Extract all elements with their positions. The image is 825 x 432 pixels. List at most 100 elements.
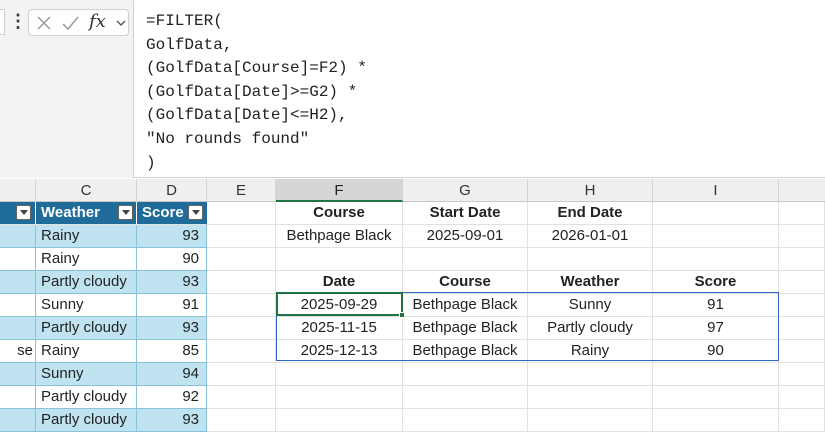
- cell-i11[interactable]: [653, 409, 779, 432]
- results-header-score[interactable]: Score: [653, 271, 779, 294]
- filter-dropdown-icon[interactable]: [16, 205, 31, 220]
- score-cell[interactable]: 91: [137, 294, 207, 317]
- table-cell[interactable]: [0, 271, 36, 294]
- column-header-f[interactable]: F: [276, 179, 403, 202]
- result-weather-cell[interactable]: Sunny: [528, 294, 653, 317]
- table-cell[interactable]: [0, 294, 36, 317]
- cell-i4[interactable]: [653, 248, 779, 271]
- cell-j7[interactable]: [779, 317, 825, 340]
- cell-e4[interactable]: [207, 248, 276, 271]
- table-cell[interactable]: [0, 317, 36, 340]
- score-cell[interactable]: 93: [137, 317, 207, 340]
- column-header-b[interactable]: [0, 179, 36, 202]
- column-header-c[interactable]: C: [36, 179, 137, 202]
- cell-g11[interactable]: [403, 409, 528, 432]
- cell-g10[interactable]: [403, 386, 528, 409]
- table-cell[interactable]: [0, 409, 36, 432]
- cell-j5[interactable]: [779, 271, 825, 294]
- weather-cell[interactable]: Partly cloudy: [36, 271, 137, 294]
- weather-cell[interactable]: Rainy: [36, 248, 137, 271]
- weather-cell[interactable]: Rainy: [36, 225, 137, 248]
- result-date-cell[interactable]: 2025-09-29: [276, 294, 403, 317]
- table-header-score[interactable]: Score: [137, 202, 207, 225]
- filter-dropdown-icon[interactable]: [118, 205, 133, 220]
- weather-cell[interactable]: Partly cloudy: [36, 409, 137, 432]
- fill-handle[interactable]: [399, 312, 405, 318]
- cell-i3[interactable]: [653, 225, 779, 248]
- column-header-h[interactable]: H: [528, 179, 653, 202]
- cell-j3[interactable]: [779, 225, 825, 248]
- results-header-weather[interactable]: Weather: [528, 271, 653, 294]
- weather-cell[interactable]: Partly cloudy: [36, 386, 137, 409]
- cell-f10[interactable]: [276, 386, 403, 409]
- criteria-header-start-date[interactable]: Start Date: [403, 202, 528, 225]
- cell-e9[interactable]: [207, 363, 276, 386]
- result-course-cell[interactable]: Bethpage Black: [403, 340, 528, 363]
- cell-f4[interactable]: [276, 248, 403, 271]
- result-score-cell[interactable]: 90: [653, 340, 779, 363]
- cell-j11[interactable]: [779, 409, 825, 432]
- weather-cell[interactable]: Partly cloudy: [36, 317, 137, 340]
- result-course-cell[interactable]: Bethpage Black: [403, 294, 528, 317]
- more-vertical-icon[interactable]: ⋮: [9, 10, 27, 34]
- result-date-cell[interactable]: 2025-11-15: [276, 317, 403, 340]
- criteria-course-value[interactable]: Bethpage Black: [276, 225, 403, 248]
- result-score-cell[interactable]: 91: [653, 294, 779, 317]
- weather-cell[interactable]: Rainy: [36, 340, 137, 363]
- chevron-down-icon[interactable]: [115, 14, 127, 32]
- criteria-start-date-value[interactable]: 2025-09-01: [403, 225, 528, 248]
- fx-icon[interactable]: fx: [89, 11, 113, 35]
- course-fragment-cell[interactable]: se: [0, 340, 36, 363]
- result-score-cell[interactable]: 97: [653, 317, 779, 340]
- score-cell[interactable]: 90: [137, 248, 207, 271]
- cell-e3[interactable]: [207, 225, 276, 248]
- result-weather-cell[interactable]: Partly cloudy: [528, 317, 653, 340]
- cell-e5[interactable]: [207, 271, 276, 294]
- cell-g4[interactable]: [403, 248, 528, 271]
- column-header-j[interactable]: [779, 179, 825, 202]
- cell-i10[interactable]: [653, 386, 779, 409]
- filter-dropdown-icon[interactable]: [188, 205, 203, 220]
- cell-e2[interactable]: [207, 202, 276, 225]
- results-header-date[interactable]: Date: [276, 271, 403, 294]
- criteria-end-date-value[interactable]: 2026-01-01: [528, 225, 653, 248]
- result-date-cell[interactable]: 2025-12-13: [276, 340, 403, 363]
- cell-h4[interactable]: [528, 248, 653, 271]
- cell-i9[interactable]: [653, 363, 779, 386]
- cell-j8[interactable]: [779, 340, 825, 363]
- result-weather-cell[interactable]: Rainy: [528, 340, 653, 363]
- cell-h9[interactable]: [528, 363, 653, 386]
- criteria-header-end-date[interactable]: End Date: [528, 202, 653, 225]
- table-header-cell[interactable]: [0, 202, 36, 225]
- cell-f9[interactable]: [276, 363, 403, 386]
- cell-f11[interactable]: [276, 409, 403, 432]
- cell-e10[interactable]: [207, 386, 276, 409]
- cell-i2[interactable]: [653, 202, 779, 225]
- score-cell[interactable]: 92: [137, 386, 207, 409]
- result-course-cell[interactable]: Bethpage Black: [403, 317, 528, 340]
- table-cell[interactable]: [0, 225, 36, 248]
- cell-h11[interactable]: [528, 409, 653, 432]
- score-cell[interactable]: 93: [137, 271, 207, 294]
- cell-e6[interactable]: [207, 294, 276, 317]
- score-cell[interactable]: 93: [137, 225, 207, 248]
- criteria-header-course[interactable]: Course: [276, 202, 403, 225]
- cell-e11[interactable]: [207, 409, 276, 432]
- column-header-d[interactable]: D: [137, 179, 207, 202]
- cell-j10[interactable]: [779, 386, 825, 409]
- cell-j4[interactable]: [779, 248, 825, 271]
- score-cell[interactable]: 93: [137, 409, 207, 432]
- cell-h10[interactable]: [528, 386, 653, 409]
- formula-input[interactable]: =FILTER( GolfData, (GolfData[Course]=F2)…: [133, 0, 825, 178]
- score-cell[interactable]: 94: [137, 363, 207, 386]
- column-header-e[interactable]: E: [207, 179, 276, 202]
- cell-j9[interactable]: [779, 363, 825, 386]
- close-icon[interactable]: [35, 13, 53, 33]
- cell-e8[interactable]: [207, 340, 276, 363]
- weather-cell[interactable]: Sunny: [36, 363, 137, 386]
- column-header-i[interactable]: I: [653, 179, 779, 202]
- table-cell[interactable]: [0, 248, 36, 271]
- cell-j2[interactable]: [779, 202, 825, 225]
- cell-e7[interactable]: [207, 317, 276, 340]
- checkmark-icon[interactable]: [61, 13, 79, 33]
